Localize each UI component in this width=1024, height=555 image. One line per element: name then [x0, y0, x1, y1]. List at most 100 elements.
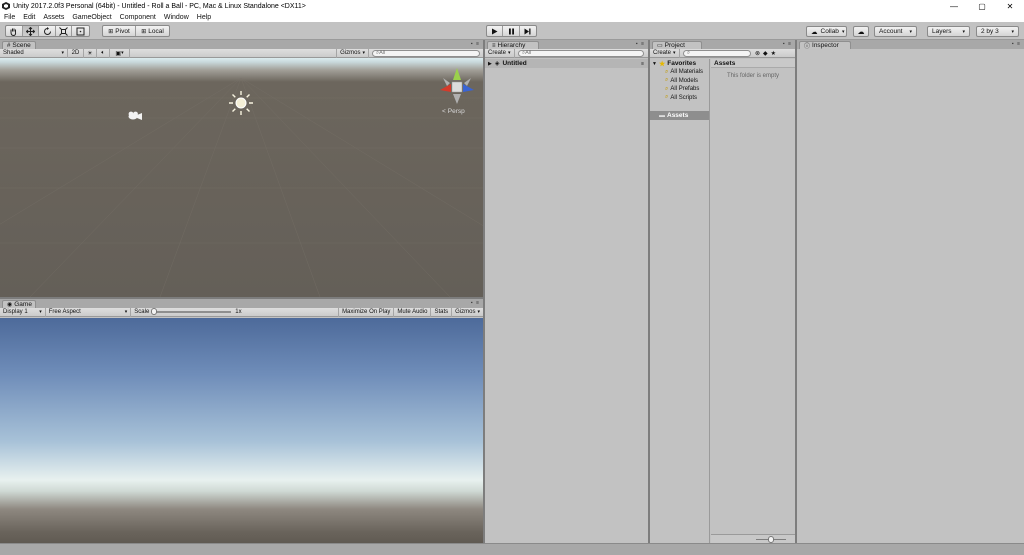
- panel-menu-icon[interactable]: ▪ ≡: [783, 41, 792, 47]
- scene-gizmos-dropdown[interactable]: Gizmos ▾: [336, 48, 369, 58]
- filter-type-icon[interactable]: ⊗: [755, 50, 760, 57]
- expand-arrow-icon[interactable]: ▼: [652, 61, 657, 67]
- assets-root-label: Assets: [667, 112, 689, 119]
- project-search-input[interactable]: ⌕: [683, 49, 751, 57]
- favorite-label: All Materials: [670, 69, 704, 76]
- panel-menu-icon[interactable]: ▪ ≡: [471, 300, 480, 306]
- chevron-down-icon: ▾: [39, 309, 42, 315]
- star-icon[interactable]: ★: [771, 50, 776, 57]
- scale-control: Scale 1x: [131, 308, 338, 317]
- mute-audio-toggle[interactable]: Mute Audio: [394, 307, 432, 317]
- favorites-row[interactable]: ▼ ★ Favorites: [650, 59, 709, 68]
- collab-label: Collab: [820, 28, 839, 35]
- chevron-down-icon: ▾: [477, 309, 480, 315]
- hierarchy-create-dropdown[interactable]: Create ▾: [485, 48, 515, 58]
- menu-gameobject[interactable]: GameObject: [68, 14, 115, 21]
- account-dropdown[interactable]: Account ▾: [874, 26, 917, 37]
- expand-arrow-icon[interactable]: ▶: [488, 61, 492, 67]
- aspect-dropdown[interactable]: Free Aspect ▾: [46, 307, 132, 317]
- create-label: Create: [488, 50, 507, 56]
- camera-icon[interactable]: [127, 111, 143, 122]
- chevron-down-icon: ▾: [962, 28, 965, 35]
- favorite-label: All Scripts: [670, 94, 698, 101]
- panel-menu-icon[interactable]: ▪ ≡: [471, 41, 480, 47]
- minimize-button[interactable]: —: [940, 0, 968, 12]
- menu-assets[interactable]: Assets: [39, 14, 68, 21]
- info-icon: ⓘ: [804, 44, 811, 50]
- scale-slider-thumb[interactable]: [151, 308, 158, 315]
- menu-edit[interactable]: Edit: [19, 14, 39, 21]
- scale-slider[interactable]: [151, 308, 232, 315]
- hierarchy-search-input[interactable]: ⌕ All: [518, 49, 644, 57]
- icon-size-slider[interactable]: [756, 536, 786, 543]
- panel-menu-icon[interactable]: ▪ ≡: [1012, 41, 1021, 47]
- step-icon: [524, 28, 531, 34]
- maximize-button[interactable]: ▢: [968, 0, 996, 12]
- pause-button[interactable]: [503, 26, 520, 36]
- icon-size-slider-thumb[interactable]: [768, 536, 774, 543]
- menu-component[interactable]: Component: [116, 14, 160, 21]
- project-footer: [711, 534, 795, 543]
- star-icon: ★: [658, 60, 666, 68]
- game-gizmos-dropdown[interactable]: Gizmos ▾: [452, 308, 483, 317]
- pivot-label: Pivot: [115, 27, 130, 35]
- local-label: Local: [148, 27, 164, 35]
- chevron-down-icon: ▾: [508, 50, 511, 56]
- directional-light-icon[interactable]: [227, 89, 255, 117]
- hand-tool-button[interactable]: [6, 26, 23, 36]
- inspector-tabstrip: ⓘ Inspector ▪ ≡: [797, 40, 1024, 50]
- favorite-label: All Models: [670, 77, 699, 84]
- play-button[interactable]: [487, 26, 504, 36]
- tab-inspector[interactable]: ⓘ Inspector: [799, 41, 851, 50]
- project-panel: ▭ Project ▪ ≡ Create ▾ ⌕ ⊗ ◆ ★ ▼ ★ Favor…: [650, 40, 795, 543]
- panel-menu-icon[interactable]: ▪ ≡: [636, 41, 645, 47]
- projection-toggle[interactable]: < Persp: [442, 108, 465, 115]
- chevron-down-icon: ▾: [61, 50, 64, 56]
- menu-help[interactable]: Help: [193, 14, 215, 21]
- scene-viewport[interactable]: < Persp: [0, 58, 483, 297]
- aspect-label: Free Aspect: [48, 309, 81, 315]
- list-item[interactable]: ⌕ All Materials: [650, 68, 709, 77]
- scene-toolbar: Shaded ▾ 2D ☀ 🔈︎ ▣ ▾ Gizmos ▾ ⌕ All: [0, 48, 483, 58]
- menu-file[interactable]: File: [0, 14, 19, 21]
- list-item[interactable]: ⌕ All Models: [650, 77, 709, 86]
- list-item[interactable]: ⌕ All Prefabs: [650, 85, 709, 94]
- game-viewport[interactable]: [0, 318, 483, 543]
- rect-tool-button[interactable]: [72, 26, 89, 36]
- scene-search-placeholder: All: [379, 50, 386, 56]
- chevron-down-icon: ▾: [124, 309, 128, 315]
- rotate-tool-button[interactable]: [39, 26, 56, 36]
- scene-search-input[interactable]: ⌕ All: [372, 49, 480, 57]
- search-icon: ⌕: [665, 94, 669, 101]
- move-tool-button[interactable]: [22, 26, 40, 36]
- effects-dropdown[interactable]: ▣ ▾: [110, 48, 130, 58]
- stats-toggle[interactable]: Stats: [431, 307, 453, 317]
- collab-dropdown[interactable]: ☁ Collab ▾: [806, 26, 847, 37]
- list-item[interactable]: ⌕ All Scripts: [650, 94, 709, 103]
- shading-mode-dropdown[interactable]: Shaded ▾: [0, 48, 68, 58]
- maximize-on-play-toggle[interactable]: Maximize On Play: [338, 307, 395, 317]
- step-button[interactable]: [520, 26, 536, 36]
- cloud-services-button[interactable]: ☁: [853, 26, 869, 37]
- collab-icon: ☁: [811, 28, 818, 36]
- pivot-toggle[interactable]: ⊞ Pivot: [103, 26, 137, 36]
- 2d-toggle[interactable]: 2D: [68, 48, 84, 58]
- layers-dropdown[interactable]: Layers ▾: [927, 26, 970, 37]
- close-button[interactable]: ✕: [996, 0, 1024, 12]
- local-toggle[interactable]: ⊞ Local: [136, 26, 169, 36]
- project-create-dropdown[interactable]: Create ▾: [650, 48, 680, 58]
- lighting-toggle[interactable]: ☀: [84, 48, 97, 58]
- scale-tool-button[interactable]: [56, 26, 73, 36]
- scene-menu-icon[interactable]: ≡: [641, 61, 644, 67]
- chevron-down-icon: ▾: [673, 50, 676, 56]
- menu-window[interactable]: Window: [160, 14, 193, 21]
- orientation-gizmo-icon[interactable]: [437, 66, 477, 106]
- rect-transform-icon: [76, 27, 85, 35]
- assets-breadcrumb: Assets: [711, 59, 795, 68]
- display-dropdown[interactable]: Display 1 ▾: [0, 307, 46, 317]
- scene-row[interactable]: ▶ ◈ Untitled ≡: [485, 59, 648, 68]
- filter-label-icon[interactable]: ◆: [763, 50, 768, 57]
- layout-dropdown[interactable]: 2 by 3 ▾: [976, 26, 1019, 37]
- audio-toggle[interactable]: 🔈︎: [97, 48, 110, 58]
- assets-tree-row[interactable]: ▬ Assets: [650, 111, 709, 120]
